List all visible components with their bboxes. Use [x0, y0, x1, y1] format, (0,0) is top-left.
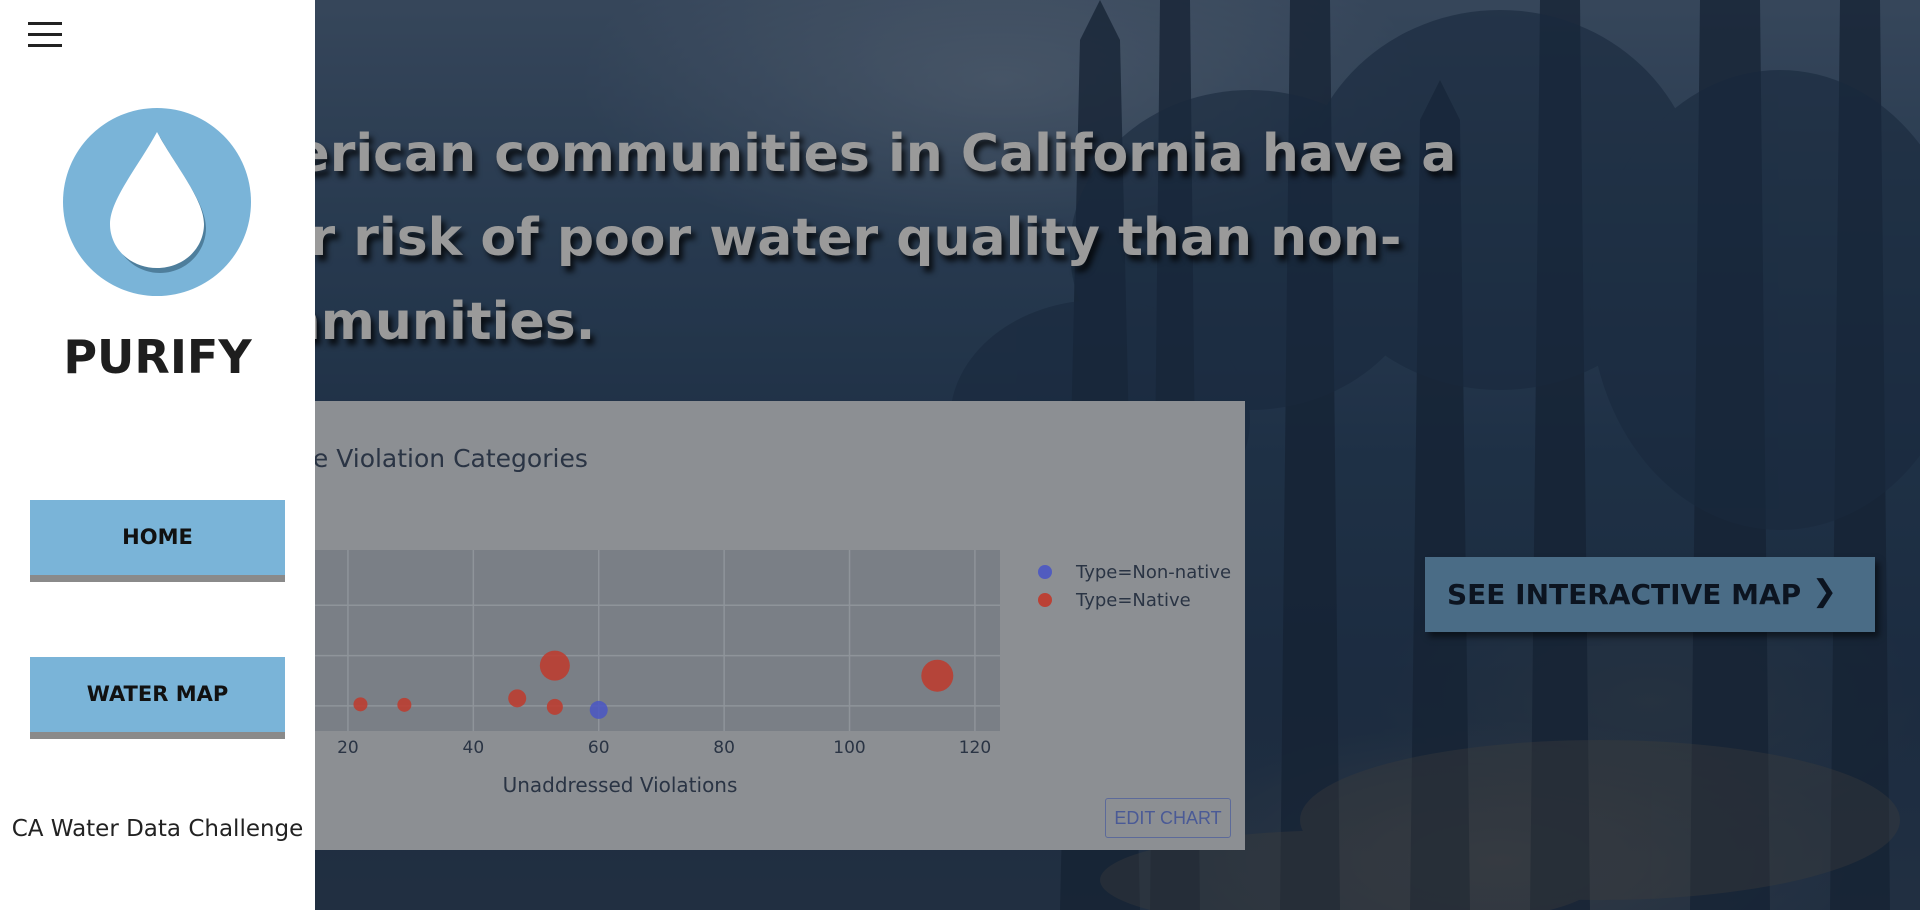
edit-chart-button[interactable]: EDIT CHART	[1105, 798, 1231, 838]
chart-panel: 20 40 60 80 100 120 on-native Violation Catego…	[210, 401, 1245, 850]
data-point	[353, 697, 368, 712]
x-tick-label: 100	[833, 738, 865, 758]
legend-label: Type=Native	[1075, 590, 1191, 611]
data-point	[921, 659, 954, 692]
water-map-button[interactable]: WATER MAP	[30, 657, 285, 739]
data-point	[589, 700, 608, 719]
data-point	[546, 698, 563, 715]
see-interactive-map-label: SEE INTERACTIVE MAP	[1447, 578, 1802, 611]
legend-marker	[1038, 593, 1052, 607]
water-drop-logo-icon	[63, 108, 251, 296]
brand-name: PURIFY	[63, 330, 252, 384]
data-point	[397, 697, 412, 712]
home-button[interactable]: HOME	[30, 500, 285, 582]
x-tick-label: 120	[959, 738, 991, 758]
x-tick-label: 60	[588, 738, 610, 758]
scatter-chart: 20 40 60 80 100 120on-native Violation Catego…	[210, 444, 1231, 797]
x-tick-label: 40	[463, 738, 485, 758]
data-point	[508, 689, 527, 708]
page: American communities in California have …	[0, 0, 1920, 910]
data-point	[539, 650, 570, 681]
x-tick-label: 20	[337, 738, 359, 758]
legend-label: Type=Non-native	[1075, 562, 1231, 583]
hero-headline: American communities in California have …	[200, 112, 1640, 364]
hero-line-1: American communities in California have …	[200, 124, 1457, 184]
footer-text: CA Water Data Challenge	[11, 816, 304, 842]
see-interactive-map-button[interactable]: SEE INTERACTIVE MAP ❯	[1425, 557, 1875, 632]
x-tick-label: 80	[713, 738, 735, 758]
legend-marker	[1038, 565, 1052, 579]
hamburger-menu-icon[interactable]	[28, 22, 62, 48]
hero-line-2: gher risk of poor water quality than non…	[200, 208, 1402, 268]
chevron-right-icon: ❯	[1811, 574, 1837, 609]
x-axis-label: Unaddressed Violations	[503, 773, 738, 797]
sidebar: PURIFY HOME WATER MAP CA Water Data Chal…	[0, 0, 315, 910]
